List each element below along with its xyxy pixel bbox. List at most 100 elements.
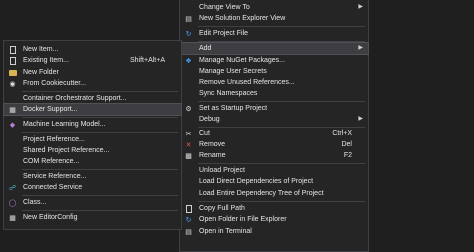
menu-item-label: Cut <box>199 130 210 137</box>
menu-item-label: New EditorConfig <box>23 214 78 221</box>
menu-item-edit-project-file[interactable]: ↻ Edit Project File <box>180 28 368 39</box>
submenu-arrow-icon: ▶ <box>358 116 363 122</box>
menu-separator <box>22 91 178 92</box>
blank-icon <box>8 94 17 103</box>
menu-item-label: Change View To <box>199 4 250 11</box>
blank-icon <box>8 172 17 181</box>
menu-item-open-in-terminal[interactable]: ▤ Open in Terminal <box>180 226 368 237</box>
menu-item-label: Edit Project File <box>199 30 249 37</box>
menu-item-change-view-to[interactable]: Change View To ▶ <box>180 2 368 13</box>
menu-item-label: Class... <box>23 199 47 206</box>
menu-item-label: Shared Project Reference... <box>23 147 110 154</box>
solution-explorer-icon: ▤ <box>185 15 192 23</box>
menu-item-machine-learning-model[interactable]: ◆ Machine Learning Model... <box>4 119 181 130</box>
menu-item-debug[interactable]: Debug ▶ <box>180 114 368 125</box>
cookiecutter-icon: ◉ <box>9 80 16 88</box>
menu-item-container-orchestrator-support[interactable]: Container Orchestrator Support... <box>4 93 181 104</box>
blank-icon <box>184 177 193 186</box>
blank-icon <box>184 89 193 98</box>
menu-item-com-reference[interactable]: COM Reference... <box>4 156 181 167</box>
menu-item-label: Sync Namespaces <box>199 90 258 97</box>
menu-item-new-folder[interactable]: New Folder <box>4 67 181 78</box>
menu-item-project-reference[interactable]: Project Reference... <box>4 134 181 145</box>
menu-item-load-direct-dependencies[interactable]: Load Direct Dependencies of Project <box>180 176 368 187</box>
menu-item-remove[interactable]: ✕ Remove Del <box>180 139 368 150</box>
blank-icon <box>184 78 193 87</box>
menu-item-cut[interactable]: ✂ Cut Ctrl+X <box>180 128 368 139</box>
menu-item-open-folder-in-file-explorer[interactable]: ↻ Open Folder in File Explorer <box>180 214 368 225</box>
menu-item-remove-unused-references[interactable]: Remove Unused References... <box>180 77 368 88</box>
delete-x-icon: ✕ <box>185 141 192 149</box>
submenu-arrow-icon: ▶ <box>358 4 363 10</box>
new-item-icon <box>8 45 17 54</box>
menu-item-new-solution-explorer-view[interactable]: ▤ New Solution Explorer View <box>180 13 368 24</box>
menu-item-sync-namespaces[interactable]: Sync Namespaces <box>180 88 368 99</box>
submenu-arrow-icon: ▶ <box>358 45 363 51</box>
terminal-icon: ▤ <box>185 228 192 236</box>
menu-separator <box>198 26 365 27</box>
menu-item-label: Load Direct Dependencies of Project <box>199 178 314 185</box>
folder-icon <box>8 68 17 77</box>
menu-item-manage-user-secrets[interactable]: Manage User Secrets <box>180 66 368 77</box>
nuget-icon: ❖ <box>185 57 192 65</box>
menu-item-load-entire-dependency-tree[interactable]: Load Entire Dependency Tree of Project <box>180 188 368 199</box>
menu-item-label: New Folder <box>23 69 59 76</box>
add-submenu: New Item... Existing Item... Shift+Alt+A… <box>3 40 182 230</box>
menu-separator <box>198 163 365 164</box>
scissors-icon: ✂ <box>185 130 192 138</box>
menu-separator <box>22 195 178 196</box>
menu-item-connected-service[interactable]: ☍ Connected Service <box>4 182 181 193</box>
menu-separator <box>22 210 178 211</box>
gear-icon: ⚙ <box>185 105 192 113</box>
menu-item-label: Debug <box>199 116 220 123</box>
menu-item-label: Manage User Secrets <box>199 68 267 75</box>
menu-item-shortcut: F2 <box>343 152 352 159</box>
blank-icon <box>8 157 17 166</box>
blank-icon <box>184 3 193 12</box>
menu-separator <box>22 169 178 170</box>
menu-item-copy-full-path[interactable]: Copy Full Path <box>180 203 368 214</box>
menu-item-label: COM Reference... <box>23 158 80 165</box>
menu-item-add[interactable]: Add ▶ <box>179 42 369 55</box>
menu-item-label: Set as Startup Project <box>199 105 268 112</box>
menu-item-unload-project[interactable]: Unload Project <box>180 165 368 176</box>
blank-icon <box>8 135 17 144</box>
menu-item-label: From Cookiecutter... <box>23 80 87 87</box>
blank-icon <box>184 67 193 76</box>
menu-item-label: Remove Unused References... <box>199 79 295 86</box>
menu-item-shared-project-reference[interactable]: Shared Project Reference... <box>4 145 181 156</box>
menu-separator <box>198 201 365 202</box>
menu-item-set-as-startup-project[interactable]: ⚙ Set as Startup Project <box>180 103 368 114</box>
menu-item-service-reference[interactable]: Service Reference... <box>4 171 181 182</box>
menu-separator <box>22 132 178 133</box>
menu-item-label: New Item... <box>23 46 59 53</box>
menu-item-shortcut: Ctrl+X <box>332 130 352 137</box>
connected-service-icon: ☍ <box>8 184 17 192</box>
menu-item-existing-item[interactable]: Existing Item... Shift+Alt+A <box>4 55 181 66</box>
menu-item-label: Project Reference... <box>23 136 85 143</box>
menu-item-label: Open in Terminal <box>199 228 252 235</box>
blank-icon <box>8 146 17 155</box>
menu-item-rename[interactable]: ▩ Rename F2 <box>180 150 368 161</box>
blank-icon <box>184 166 193 175</box>
menu-item-label: Add <box>199 45 212 52</box>
menu-item-label: Manage NuGet Packages... <box>199 57 285 64</box>
menu-item-label: New Solution Explorer View <box>199 15 286 22</box>
blank-icon <box>184 44 193 53</box>
menu-item-label: Load Entire Dependency Tree of Project <box>199 190 324 197</box>
menu-item-manage-nuget-packages[interactable]: ❖ Manage NuGet Packages... <box>180 55 368 66</box>
refresh-icon: ↻ <box>185 30 192 38</box>
menu-item-class[interactable]: ◯ Class... <box>4 197 181 208</box>
docker-icon: ▦ <box>9 106 16 114</box>
copy-icon <box>184 204 193 213</box>
menu-item-new-item[interactable]: New Item... <box>4 44 181 55</box>
menu-item-label: Existing Item... <box>23 57 69 64</box>
menu-item-label: Open Folder in File Explorer <box>199 216 287 223</box>
menu-item-new-editorconfig[interactable]: ▦ New EditorConfig <box>4 212 181 223</box>
blank-icon <box>184 115 193 124</box>
project-context-menu: Change View To ▶ ▤ New Solution Explorer… <box>179 0 369 252</box>
refresh-icon: ↻ <box>185 216 192 224</box>
menu-item-from-cookiecutter[interactable]: ◉ From Cookiecutter... <box>4 78 181 89</box>
menu-item-docker-support[interactable]: ▦ Docker Support... <box>3 103 182 116</box>
menu-separator <box>198 101 365 102</box>
